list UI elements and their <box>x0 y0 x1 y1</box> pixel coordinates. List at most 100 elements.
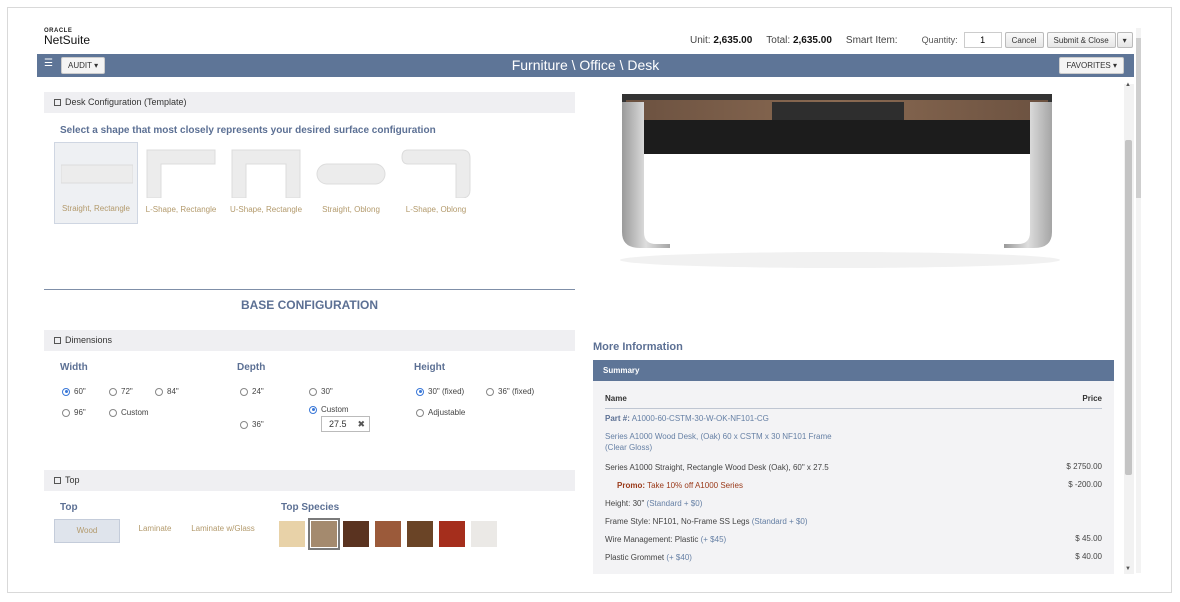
top-option-laminate-glass[interactable]: Laminate w/Glass <box>190 524 256 548</box>
page-scrollbar-thumb[interactable] <box>1136 38 1141 198</box>
radio-icon <box>240 387 248 396</box>
shape-l-rectangle[interactable]: L-Shape, Rectangle <box>139 142 223 224</box>
promo-row: Promo: Take 10% off A1000 Series <box>617 480 743 491</box>
quantity-label: Quantity: <box>921 35 958 45</box>
radio-label: Adjustable <box>428 408 466 417</box>
cancel-button[interactable]: Cancel <box>1004 32 1044 48</box>
depth-option-30[interactable]: 30" <box>309 387 333 396</box>
top-option-laminate[interactable]: Laminate <box>122 524 188 548</box>
height-option-adjustable[interactable]: Adjustable <box>416 408 465 417</box>
part-number-row: Part #: A1000-60-CSTM-30-W-OK-NF101-CG <box>605 413 769 424</box>
total-value: 2,635.00 <box>792 34 832 46</box>
scroll-down-icon[interactable]: ▼ <box>1125 566 1131 572</box>
depth-option-24[interactable]: 24" <box>240 387 264 396</box>
dimensions-label: Dimensions <box>65 335 113 345</box>
radio-label: Custom <box>121 408 149 417</box>
top-option-wood[interactable]: Wood <box>54 519 120 543</box>
species-swatch[interactable] <box>279 521 305 547</box>
summary-header[interactable]: Summary <box>593 360 1114 381</box>
base-configuration-title: BASE CONFIGURATION <box>240 298 379 312</box>
submit-close-button[interactable]: Submit & Close <box>1046 32 1116 48</box>
depth-custom-input[interactable]: 27.5 ✖ <box>321 416 370 432</box>
top-section-header[interactable]: Top <box>44 470 575 491</box>
more-information-title: More Information <box>593 341 683 353</box>
top-species-title: Top Species <box>281 502 340 513</box>
dimensions-section-header[interactable]: Dimensions <box>44 330 575 351</box>
depth-title: Depth <box>237 362 266 373</box>
scroll-up-icon[interactable]: ▲ <box>1125 82 1131 88</box>
shape-label: Straight, Rectangle <box>61 204 131 213</box>
name-column-header: Name <box>605 394 627 403</box>
order-summary-bar: Unit: 2,635.00 Total: 2,635.00 Smart Ite… <box>690 32 1133 48</box>
price-column-header: Price <box>1082 394 1102 403</box>
straight-rectangle-icon <box>61 164 133 184</box>
section-divider <box>44 289 575 290</box>
shape-straight-rectangle[interactable]: Straight, Rectangle <box>54 142 138 224</box>
logo-netsuite-text: NetSuite <box>44 33 91 47</box>
shape-label: L-Shape, Oblong <box>405 205 467 214</box>
favorites-button[interactable]: FAVORITES ▾ <box>1059 57 1124 74</box>
species-swatch[interactable] <box>471 521 497 547</box>
navbar: ☰ AUDIT ▾ Furniture \ Office \ Desk FAVO… <box>37 54 1134 77</box>
radio-icon <box>109 408 117 417</box>
promo-text: Take 10% off A1000 Series <box>647 481 743 490</box>
species-swatch[interactable] <box>439 521 465 547</box>
radio-label: 60" <box>74 387 86 396</box>
frame-note: (Standard + $0) <box>751 517 808 526</box>
shape-l-oblong[interactable]: L-Shape, Oblong <box>394 142 478 224</box>
width-option-96[interactable]: 96" <box>62 408 86 417</box>
content-scrollbar-thumb[interactable] <box>1125 140 1132 475</box>
item-row: Series A1000 Straight, Rectangle Wood De… <box>605 463 829 472</box>
radio-selected-icon <box>416 387 424 396</box>
depth-option-custom[interactable]: Custom <box>309 405 349 414</box>
wire-price: $ 45.00 <box>1075 534 1102 543</box>
shape-straight-oblong[interactable]: Straight, Oblong <box>309 142 393 224</box>
collapse-icon <box>54 337 61 344</box>
width-option-84[interactable]: 84" <box>155 387 179 396</box>
quantity-input[interactable] <box>963 32 1002 48</box>
desk-product-image <box>620 94 1060 268</box>
radio-icon <box>416 408 424 417</box>
radio-label: 36" <box>252 420 264 429</box>
description-line-1: Series A1000 Wood Desk, (Oak) 60 x CSTM … <box>605 432 832 441</box>
width-title: Width <box>60 362 88 373</box>
straight-oblong-icon <box>316 163 386 185</box>
shape-prompt: Select a shape that most closely represe… <box>60 125 436 136</box>
shape-label: U-Shape, Rectangle <box>229 205 303 214</box>
netsuite-logo[interactable]: ORACLE NetSuite <box>44 28 90 47</box>
frame-text: Frame Style: NF101, No-Frame SS Legs <box>605 517 750 526</box>
promo-price: $ -200.00 <box>1068 480 1102 489</box>
height-option-36-fixed[interactable]: 36" (fixed) <box>486 387 534 396</box>
description-row: Series A1000 Wood Desk, (Oak) 60 x CSTM … <box>605 431 832 453</box>
width-option-custom[interactable]: Custom <box>109 408 149 417</box>
species-swatch[interactable] <box>375 521 401 547</box>
shape-u-rectangle[interactable]: U-Shape, Rectangle <box>224 142 308 224</box>
submit-options-dropdown[interactable]: ▾ <box>1116 32 1133 48</box>
desk-config-section-header[interactable]: Desk Configuration (Template) <box>44 92 575 113</box>
width-option-60[interactable]: 60" <box>62 387 86 396</box>
width-option-72[interactable]: 72" <box>109 387 133 396</box>
species-swatch[interactable] <box>308 518 340 550</box>
clear-icon[interactable]: ✖ <box>357 417 365 431</box>
promo-label: Promo: <box>617 481 645 490</box>
part-value: A1000-60-CSTM-30-W-OK-NF101-CG <box>631 414 769 423</box>
summary-table: Name Price Part #: A1000-60-CSTM-30-W-OK… <box>593 381 1114 574</box>
height-option-30-fixed[interactable]: 30" (fixed) <box>416 387 464 396</box>
radio-icon <box>486 387 494 396</box>
top-section-label: Top <box>65 475 80 485</box>
smart-item-label: Smart Item: <box>845 34 898 46</box>
shape-options: Straight, Rectangle L-Shape, Rectangle U… <box>54 142 479 224</box>
species-swatch[interactable] <box>343 521 369 547</box>
desk-config-label: Desk Configuration (Template) <box>65 97 187 107</box>
unit-label: Unit: <box>690 34 711 46</box>
l-shape-oblong-icon <box>401 149 471 198</box>
collapse-icon <box>54 99 61 106</box>
radio-label: 36" (fixed) <box>498 387 535 396</box>
description-line-2: (Clear Gloss) <box>605 443 653 452</box>
wire-text: Wire Management: Plastic <box>605 535 699 544</box>
depth-option-36[interactable]: 36" <box>240 420 264 429</box>
radio-selected-icon <box>62 387 70 396</box>
part-label: Part #: <box>605 414 630 423</box>
species-swatch[interactable] <box>407 521 433 547</box>
page-title: Furniture \ Office \ Desk <box>511 57 660 73</box>
